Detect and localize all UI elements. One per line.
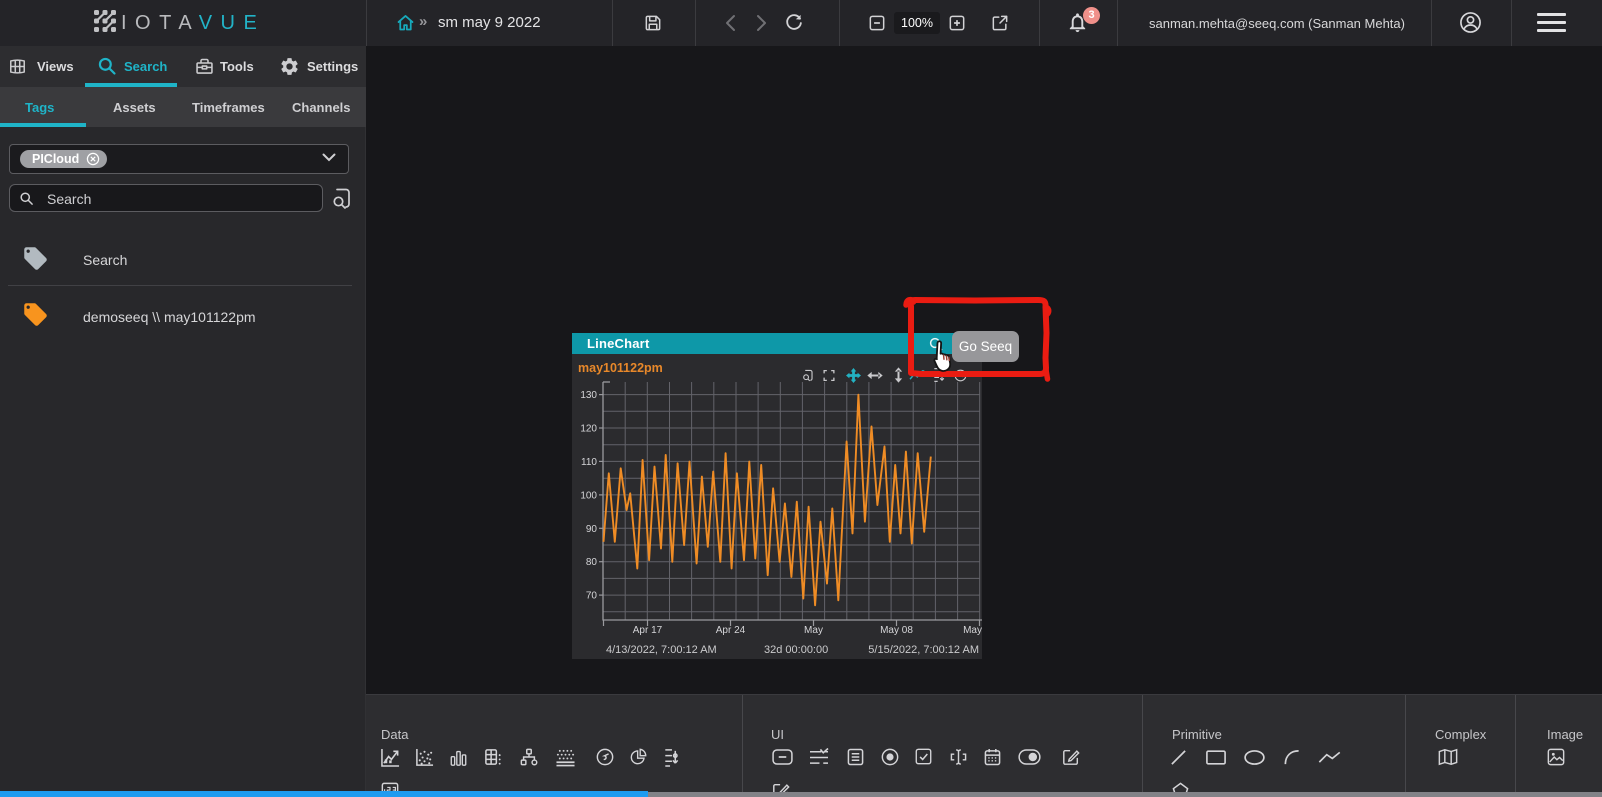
svg-text:May: May (963, 625, 982, 636)
svg-text:70: 70 (586, 591, 598, 602)
svg-text:90: 90 (586, 524, 598, 535)
svg-text:130: 130 (580, 390, 597, 401)
svg-text:Apr 17: Apr 17 (633, 625, 663, 636)
svg-text:May 08: May 08 (880, 625, 913, 636)
svg-text:Apr 24: Apr 24 (716, 625, 746, 636)
svg-text:May: May (804, 625, 823, 636)
svg-text:110: 110 (581, 457, 597, 468)
svg-text:100: 100 (580, 490, 597, 501)
svg-text:80: 80 (586, 557, 598, 568)
svg-text:120: 120 (580, 424, 597, 435)
